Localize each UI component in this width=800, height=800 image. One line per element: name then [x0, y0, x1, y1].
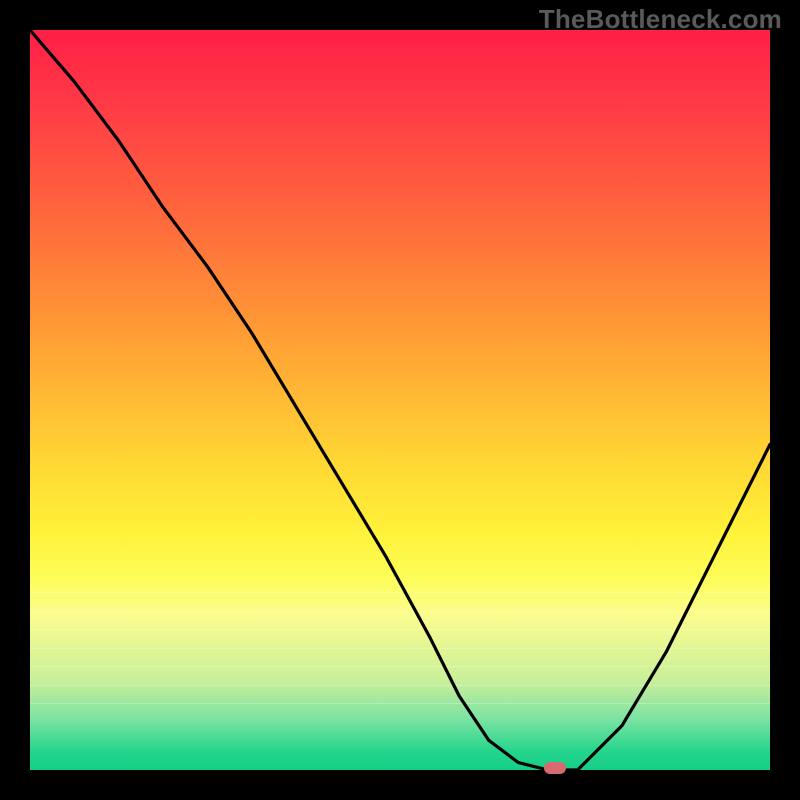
chart-frame: TheBottleneck.com — [0, 0, 800, 800]
plot-area — [30, 30, 770, 770]
trough-marker — [544, 762, 566, 774]
bottleneck-curve — [30, 30, 770, 770]
watermark-text: TheBottleneck.com — [539, 4, 782, 35]
